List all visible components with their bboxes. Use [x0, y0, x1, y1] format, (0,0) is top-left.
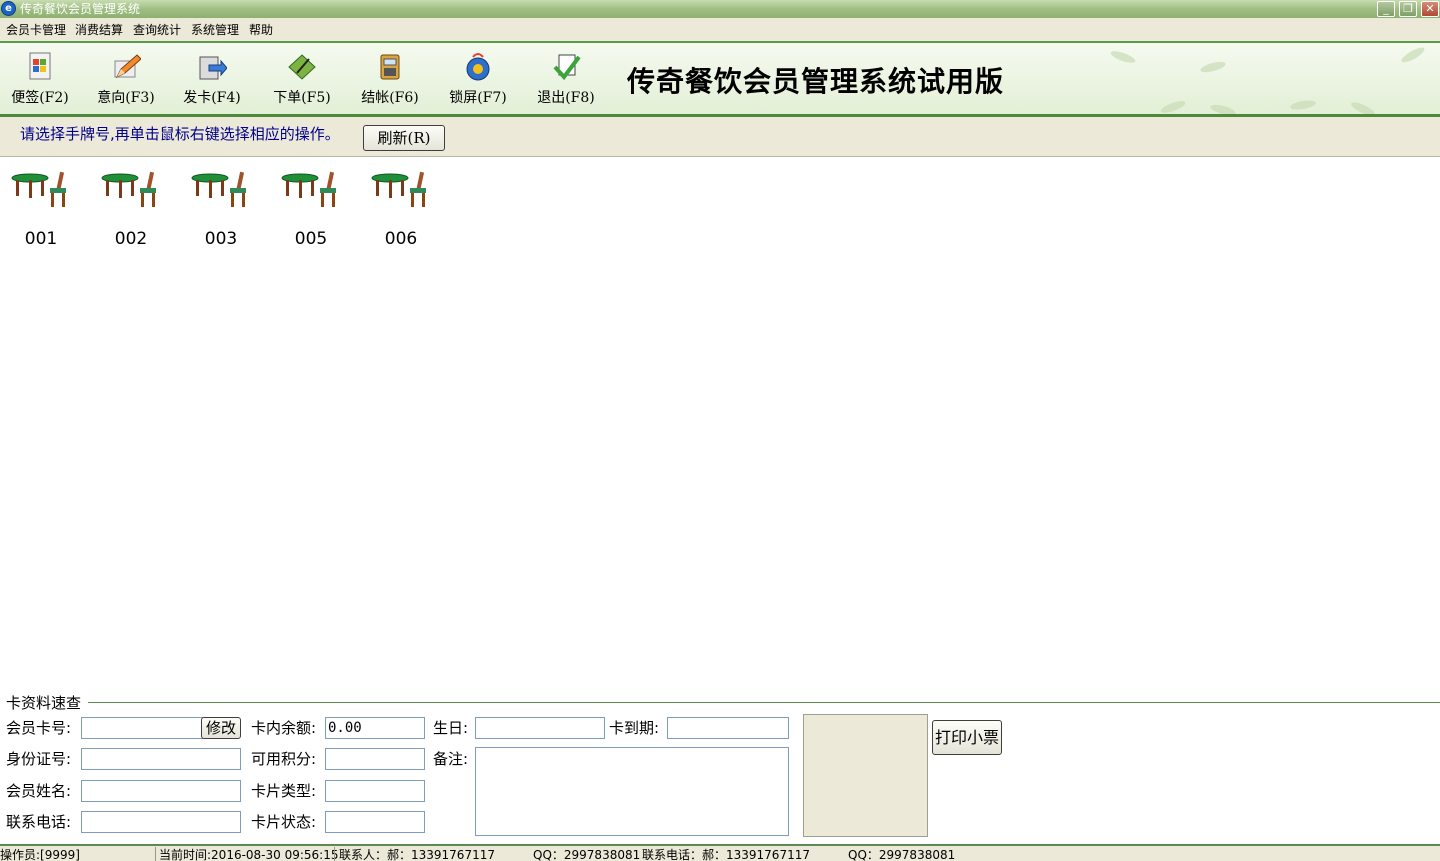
menu-bar: 会员卡管理 消费结算 查询统计 系统管理 帮助: [0, 18, 1440, 41]
brand-title: 传奇餐饮会员管理系统试用版: [627, 65, 1005, 98]
id-label: 身份证号:: [6, 750, 72, 768]
remark-textarea[interactable]: [475, 747, 789, 836]
hint-text: 请选择手牌号,再单击鼠标右键选择相应的操作。: [20, 125, 340, 143]
menu-consumption-settlement[interactable]: 消费结算: [75, 23, 123, 37]
birthday-input[interactable]: [475, 717, 605, 739]
table-number: 005: [294, 229, 328, 249]
card-issue-icon: [199, 56, 228, 80]
toolbar-lock-screen-label: 锁屏(F7): [449, 90, 507, 106]
toolbar-intention-label: 意向(F3): [97, 90, 155, 106]
toolbar-lock-screen-button[interactable]: 锁屏(F7): [438, 51, 518, 107]
dining-table-icon: [281, 171, 336, 207]
status-operator: 操作员:[9999]: [0, 848, 80, 861]
toolbar-order-button[interactable]: 下单(F5): [262, 51, 342, 107]
note-icon: [29, 52, 51, 80]
expire-input[interactable]: [667, 717, 789, 739]
card-type-input[interactable]: [325, 780, 425, 802]
refresh-button[interactable]: 刷新(R): [363, 125, 445, 151]
status-contact: 联系人：郝：13391767117: [339, 848, 495, 861]
table-number: 001: [24, 229, 58, 249]
status-qq: QQ：2997838081: [533, 848, 641, 861]
card-status-label: 卡片状态:: [251, 813, 317, 831]
print-receipt-button[interactable]: 打印小票: [932, 720, 1002, 755]
remark-label: 备注:: [433, 750, 469, 768]
table-area: 001 002 003 005 006: [0, 158, 1440, 698]
title-bar: e 传奇餐饮会员管理系统 _ ❐ ✕: [0, 0, 1440, 18]
menu-system-management[interactable]: 系统管理: [191, 23, 239, 37]
card-status-input[interactable]: [325, 811, 425, 833]
balance-input[interactable]: 0.00: [325, 717, 425, 739]
decorative-leaf: [1349, 99, 1377, 114]
expire-label: 卡到期:: [609, 719, 660, 737]
lookup-divider: [88, 702, 1440, 703]
status-separator: [334, 847, 335, 861]
lookup-title: 卡资料速查: [6, 694, 84, 712]
app-icon: e: [1, 1, 16, 16]
decorative-leaf: [1209, 102, 1237, 114]
checkout-icon: [380, 54, 400, 80]
toolbar-intention-button[interactable]: 意向(F3): [86, 51, 166, 107]
exit-icon: [553, 54, 581, 81]
dining-table-icon: [371, 171, 426, 207]
points-label: 可用积分:: [251, 750, 317, 768]
table-item[interactable]: 005: [276, 168, 346, 258]
decorative-leaf: [1109, 48, 1137, 66]
table-number: 003: [204, 229, 238, 249]
dining-table-icon: [191, 171, 246, 207]
status-separator: [155, 847, 156, 861]
toolbar-checkout-label: 结帐(F6): [361, 90, 419, 106]
toolbar-exit-label: 退出(F8): [537, 90, 595, 106]
toolbar-issue-card-label: 发卡(F4): [183, 90, 241, 106]
menu-card-management[interactable]: 会员卡管理: [6, 23, 66, 37]
phone-input[interactable]: [81, 811, 241, 833]
table-item[interactable]: 003: [186, 168, 256, 258]
points-input[interactable]: [325, 748, 425, 770]
order-icon: [288, 54, 316, 80]
toolbar-exit-button[interactable]: 退出(F8): [526, 51, 606, 107]
status-bar: 操作员:[9999] 当前时间:2016-08-30 09:56:15 联系人：…: [0, 844, 1440, 861]
table-item[interactable]: 006: [366, 168, 436, 258]
dining-table-icon: [101, 171, 156, 207]
table-item[interactable]: 002: [96, 168, 166, 258]
decorative-leaf: [1159, 98, 1187, 114]
status-current-time: 当前时间:2016-08-30 09:56:15: [159, 848, 339, 861]
pencil-icon: [114, 54, 142, 79]
restore-button[interactable]: ❐: [1399, 1, 1417, 17]
table-item[interactable]: 001: [6, 168, 76, 258]
card-type-label: 卡片类型:: [251, 782, 317, 800]
menu-help[interactable]: 帮助: [249, 23, 273, 37]
close-button[interactable]: ✕: [1421, 1, 1439, 17]
id-input[interactable]: [81, 748, 241, 770]
table-number: 006: [384, 229, 418, 249]
status-qq-2: QQ：2997838081: [848, 848, 956, 861]
menu-query-statistics[interactable]: 查询统计: [133, 23, 181, 37]
hint-bar: 请选择手牌号,再单击鼠标右键选择相应的操作。 刷新(R): [0, 117, 1440, 157]
status-phone: 联系电话：郝：13391767117: [642, 848, 810, 861]
toolbar-note-label: 便签(F2): [11, 90, 69, 106]
decorative-leaf: [1289, 98, 1317, 112]
name-label: 会员姓名:: [6, 782, 72, 800]
table-number: 002: [114, 229, 148, 249]
modify-button[interactable]: 修改: [201, 717, 241, 739]
toolbar-issue-card-button[interactable]: 发卡(F4): [172, 51, 252, 107]
lock-screen-icon: [466, 53, 490, 81]
birthday-label: 生日:: [433, 719, 469, 737]
window-title: 传奇餐饮会员管理系统: [20, 2, 141, 16]
toolbar-note-button[interactable]: 便签(F2): [0, 51, 80, 107]
name-input[interactable]: [81, 780, 241, 802]
member-photo: [803, 714, 928, 837]
decorative-leaf: [1399, 45, 1427, 65]
toolbar-checkout-button[interactable]: 结帐(F6): [350, 51, 430, 107]
phone-label: 联系电话:: [6, 813, 72, 831]
decorative-leaf: [1199, 59, 1227, 75]
toolbar: 便签(F2) 意向(F3) 发卡(F4) 下单(F5) 结帐(F6) 锁屏(F7…: [0, 41, 1440, 117]
card-no-input[interactable]: [81, 717, 203, 739]
card-no-label: 会员卡号:: [6, 719, 72, 737]
dining-table-icon: [11, 171, 66, 207]
balance-label: 卡内余额:: [251, 719, 317, 737]
toolbar-order-label: 下单(F5): [273, 90, 331, 106]
minimize-button[interactable]: _: [1377, 1, 1395, 17]
